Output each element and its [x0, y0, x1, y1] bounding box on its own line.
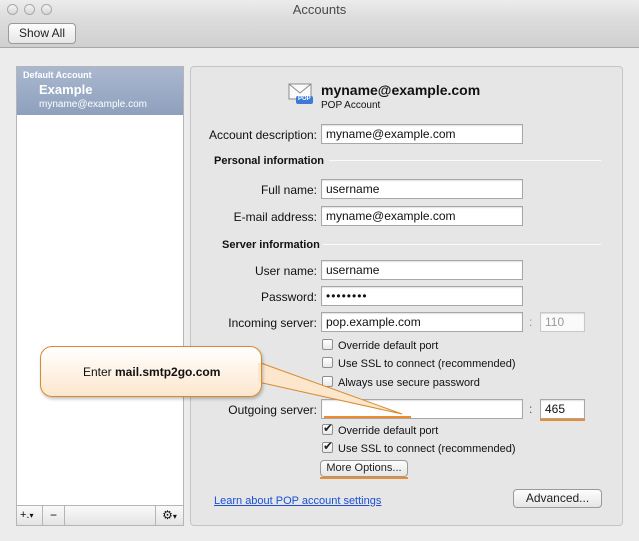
account-group-label: Default Account: [23, 70, 92, 80]
checkbox-label: Override default port: [338, 425, 439, 437]
outgoing-port-field[interactable]: 465: [540, 399, 585, 419]
checkbox-icon: [322, 357, 333, 368]
dropdown-arrow-icon: ▾: [172, 512, 177, 521]
incoming-server-label: Incoming server:: [228, 316, 317, 330]
window-title: Accounts: [292, 2, 347, 17]
incoming-port-field[interactable]: 110: [540, 312, 585, 332]
instruction-callout: Enter mail.smtp2go.com: [40, 346, 262, 397]
envelope-icon: POP: [288, 83, 314, 105]
secure-password-checkbox[interactable]: Always use secure password: [322, 376, 480, 392]
user-name-label: User name:: [254, 264, 317, 278]
checkbox-label: Use SSL to connect (recommended): [338, 358, 516, 370]
section-divider: [329, 160, 601, 161]
minimize-window-button[interactable]: [24, 4, 35, 15]
checkbox-icon: [322, 376, 333, 387]
checkmark-icon: [322, 439, 333, 453]
outgoing-server-label: Outgoing server:: [228, 403, 317, 417]
callout-smtp-host: mail.smtp2go.com: [115, 365, 221, 379]
remove-account-button[interactable]: −: [43, 506, 65, 525]
account-description-label: Account description:: [208, 128, 317, 142]
outgoing-override-port-checkbox[interactable]: Override default port: [322, 421, 439, 440]
title-bar: Accounts: [0, 0, 639, 19]
account-name: Example: [39, 82, 93, 97]
add-account-button[interactable]: +.▾: [17, 506, 43, 525]
user-name-field[interactable]: username: [321, 260, 523, 280]
callout-joint: [258, 363, 261, 382]
account-email: myname@example.com: [39, 99, 147, 110]
checkbox-label: Always use secure password: [338, 377, 480, 389]
outgoing-port-separator: :: [529, 402, 533, 416]
password-label: Password:: [260, 290, 317, 304]
full-name-field[interactable]: username: [321, 179, 523, 199]
incoming-port-separator: :: [529, 315, 533, 329]
close-window-button[interactable]: [7, 4, 18, 15]
personal-information-heading: Personal information: [214, 155, 325, 167]
full-name-label: Full name:: [260, 183, 317, 197]
gear-icon: ⚙: [162, 508, 173, 522]
callout-text-prefix: Enter: [83, 365, 116, 379]
incoming-use-ssl-checkbox[interactable]: Use SSL to connect (recommended): [322, 357, 516, 373]
checkbox-icon: [322, 339, 333, 350]
action-menu-button[interactable]: ⚙▾: [155, 506, 183, 525]
checkbox-label: Override default port: [338, 340, 439, 352]
sidebar-bottom-bar: +.▾ − ⚙▾: [17, 505, 183, 525]
section-divider: [323, 244, 601, 245]
accounts-sidebar: Default Account Example myname@example.c…: [16, 66, 184, 526]
checkmark-icon: [322, 421, 333, 435]
toolbar: Show All: [0, 19, 639, 48]
advanced-button[interactable]: Advanced...: [513, 489, 602, 508]
account-settings-panel: POP myname@example.com POP Account Accou…: [190, 66, 623, 526]
email-address-field[interactable]: myname@example.com: [321, 206, 523, 226]
pop-badge: POP: [298, 96, 311, 102]
checkbox-label: Use SSL to connect (recommended): [338, 443, 516, 455]
incoming-override-port-checkbox[interactable]: Override default port: [322, 339, 438, 355]
more-options-button[interactable]: More Options...: [320, 460, 408, 477]
server-information-heading: Server information: [222, 239, 320, 251]
outgoing-port-highlight: [540, 419, 585, 421]
zoom-window-button[interactable]: [41, 4, 52, 15]
learn-pop-settings-link[interactable]: Learn about POP account settings: [214, 495, 381, 507]
outgoing-server-highlight: [324, 416, 411, 418]
email-address-label: E-mail address:: [233, 210, 317, 224]
incoming-server-field[interactable]: pop.example.com: [321, 312, 523, 332]
header-account-type: POP Account: [321, 100, 381, 111]
show-all-button[interactable]: Show All: [8, 23, 76, 44]
header-email: myname@example.com: [321, 82, 481, 98]
dropdown-arrow-icon: ▾: [29, 511, 34, 520]
outgoing-use-ssl-checkbox[interactable]: Use SSL to connect (recommended): [322, 439, 516, 458]
account-description-field[interactable]: myname@example.com: [321, 124, 523, 144]
more-options-highlight: [320, 477, 408, 479]
password-field[interactable]: ••••••••: [321, 286, 523, 306]
account-list-item-selected[interactable]: Default Account Example myname@example.c…: [17, 67, 183, 115]
